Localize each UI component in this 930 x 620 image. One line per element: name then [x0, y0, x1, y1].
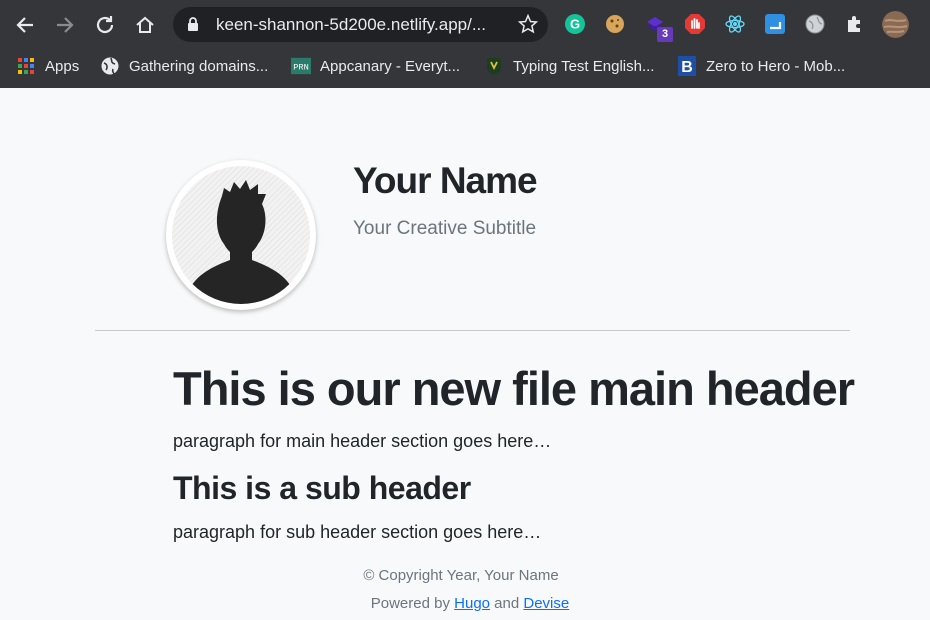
- forward-arrow-icon: [57, 17, 74, 33]
- bookmark-label: Apps: [45, 57, 80, 75]
- reload-button[interactable]: [92, 12, 118, 38]
- bookmark-typing-test[interactable]: Typing Test English...: [484, 50, 654, 82]
- apps-grid-icon: [16, 56, 36, 76]
- home-icon: [136, 16, 154, 33]
- devise-link[interactable]: Devise: [523, 595, 569, 612]
- forward-button[interactable]: [52, 12, 78, 38]
- bookmark-label: Zero to Hero - Mob...: [706, 57, 846, 75]
- bookmark-apps[interactable]: Apps: [16, 50, 79, 82]
- extensions-puzzle-icon[interactable]: [844, 13, 866, 35]
- globe-extension-icon[interactable]: [804, 13, 826, 35]
- sub-header: This is a sub header: [173, 470, 471, 506]
- stop-hand-extension-icon[interactable]: [684, 13, 706, 35]
- extension-badge: 3: [657, 27, 673, 42]
- and-text: and: [494, 595, 520, 612]
- bookmark-label: Typing Test English...: [513, 57, 655, 75]
- typing-test-icon: [484, 56, 504, 76]
- home-button[interactable]: [132, 12, 158, 38]
- bookmark-zero-to-hero[interactable]: B Zero to Hero - Mob...: [677, 50, 845, 82]
- blue-square-extension-icon[interactable]: [764, 13, 786, 35]
- profile-name: Your Name: [353, 160, 538, 201]
- bookmarks-bar: Apps Gathering domains... PRN Appcanary …: [0, 50, 930, 88]
- svg-text:B: B: [681, 59, 693, 76]
- address-bar[interactable]: keen-shannon-5d200e.netlify.app/...: [173, 7, 548, 42]
- header-divider: [95, 330, 850, 331]
- avatar-image: [172, 166, 310, 304]
- grammarly-extension-icon[interactable]: G: [564, 13, 586, 35]
- hugo-link[interactable]: Hugo: [454, 595, 490, 612]
- svg-text:G: G: [570, 17, 580, 32]
- main-header: This is our new file main header: [173, 362, 855, 415]
- main-paragraph: paragraph for main header section goes h…: [173, 431, 552, 451]
- url-text: keen-shannon-5d200e.netlify.app/...: [216, 15, 486, 34]
- b-logo-icon: B: [677, 56, 697, 76]
- prn-icon: PRN: [291, 56, 311, 76]
- profile-avatar: [166, 160, 316, 310]
- bookmark-label: Gathering domains...: [129, 57, 269, 75]
- footer-copyright: © Copyright Year, Your Name: [363, 567, 559, 584]
- globe-icon: [100, 56, 120, 76]
- cookie-extension-icon[interactable]: [604, 13, 626, 35]
- svg-text:PRN: PRN: [293, 63, 309, 73]
- profile-avatar-icon[interactable]: [882, 11, 909, 38]
- profile-subtitle: Your Creative Subtitle: [353, 218, 537, 239]
- back-button[interactable]: [12, 12, 38, 38]
- bookmark-star-icon[interactable]: [518, 14, 538, 34]
- back-arrow-icon: [16, 17, 33, 33]
- person-silhouette-icon: [188, 180, 294, 304]
- powered-by-text: Powered by: [370, 595, 450, 612]
- reload-icon: [96, 16, 114, 34]
- lock-icon: [188, 17, 198, 31]
- bookmark-appcanary[interactable]: PRN Appcanary - Everyt...: [291, 50, 460, 82]
- bookmark-label: Appcanary - Everyt...: [320, 57, 461, 75]
- sub-paragraph: paragraph for sub header section goes he…: [173, 522, 542, 542]
- react-devtools-icon[interactable]: [724, 13, 746, 35]
- footer-powered-by: Powered by Hugo and Devise: [5, 595, 930, 612]
- browser-toolbar: keen-shannon-5d200e.netlify.app/... G 3: [0, 0, 930, 50]
- bookmark-gathering-domains[interactable]: Gathering domains...: [100, 50, 268, 82]
